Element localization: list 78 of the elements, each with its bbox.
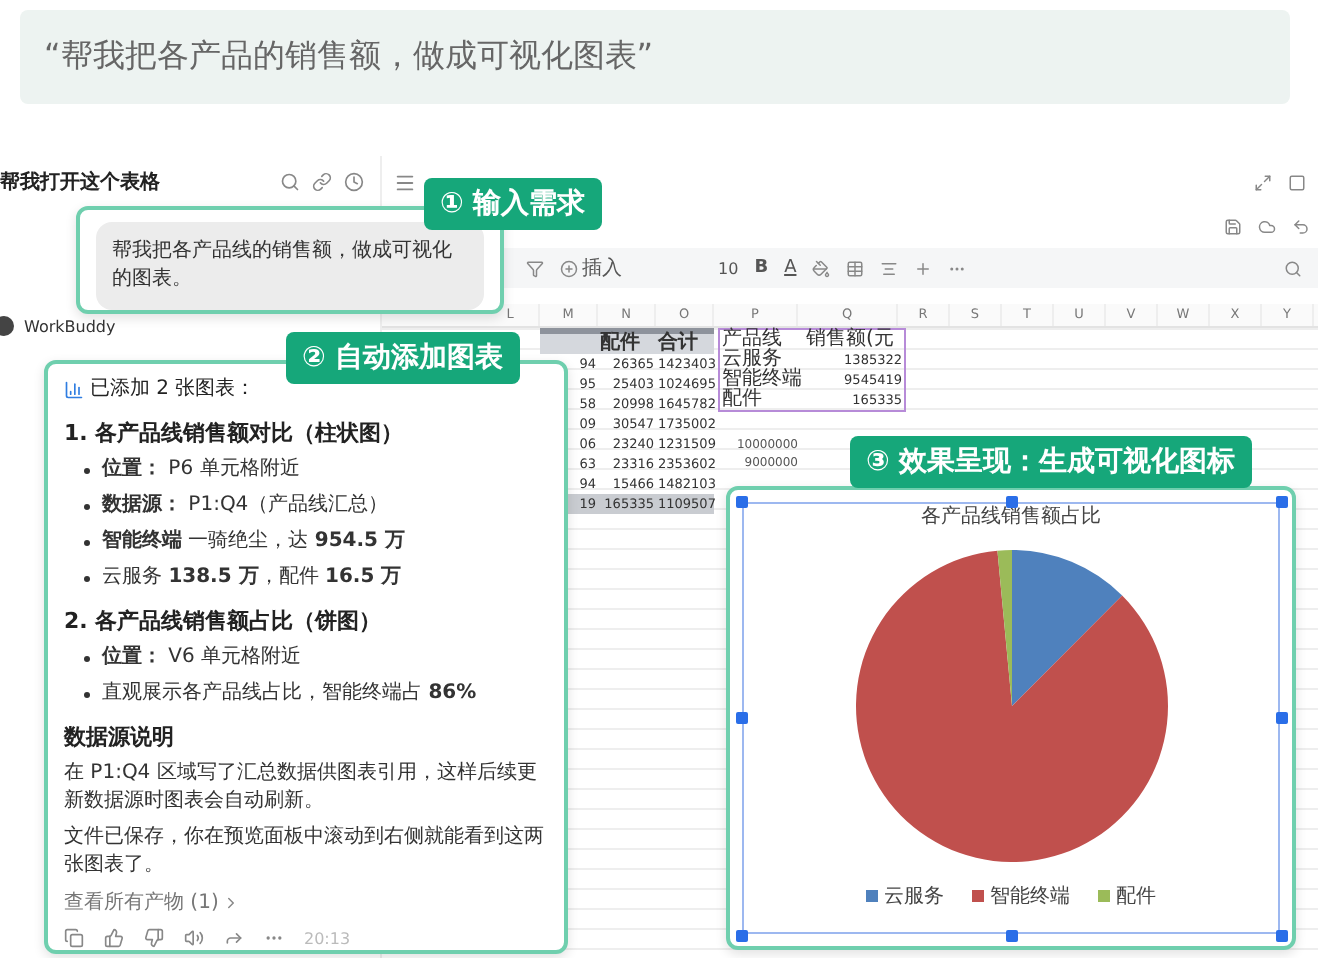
bar-chart-icon bbox=[64, 380, 84, 400]
table-cell-text: 销售额(元 bbox=[804, 330, 896, 350]
plus-icon[interactable] bbox=[914, 259, 933, 277]
chart-card[interactable]: 各产品线销售额占比 云服务 智能终端 配件 bbox=[726, 486, 1296, 950]
assistant-name: WorkBuddy bbox=[24, 317, 116, 335]
thumbs-up-icon[interactable] bbox=[104, 928, 124, 948]
resize-handle[interactable] bbox=[1005, 496, 1018, 508]
prompt-quote: “帮我把各产品的销售额，做成可视化图表” bbox=[44, 36, 654, 78]
assistant-avatar bbox=[0, 316, 14, 336]
chart-heading: 2. 各产品线销售额占比（饼图） bbox=[64, 608, 384, 636]
fill-color-icon[interactable] bbox=[812, 259, 831, 277]
bullet-text: 直观展示各产品线占比，智能终端占 86% bbox=[102, 680, 477, 708]
search-icon[interactable] bbox=[280, 172, 300, 192]
font-size-select[interactable]: 10 bbox=[718, 259, 739, 277]
save-icon[interactable] bbox=[1224, 217, 1242, 235]
reply-paragraph: 文件已保存，你在预览面板中滚动到右侧就能看到这两张图表了。 bbox=[64, 824, 546, 880]
legend-label: 智能终端 bbox=[990, 883, 1070, 910]
menu-icon[interactable] bbox=[394, 171, 416, 193]
thumbs-down-icon[interactable] bbox=[144, 928, 164, 948]
user-message: 帮我把各产品线的销售额，做成可视化的图表。 bbox=[96, 222, 484, 310]
resize-handle[interactable] bbox=[1005, 929, 1018, 942]
align-icon[interactable] bbox=[880, 259, 899, 277]
table-header-cell: 配件 bbox=[598, 334, 656, 354]
plus-circle-icon bbox=[560, 259, 578, 277]
legend-swatch bbox=[866, 890, 878, 902]
bullet-text: 数据源： P1:Q4（产品线汇总） bbox=[102, 492, 389, 520]
legend-swatch bbox=[1098, 890, 1110, 902]
artifacts-link[interactable]: 查看所有产物 (1) bbox=[64, 888, 548, 916]
resize-handle[interactable] bbox=[736, 496, 748, 508]
resize-handle[interactable] bbox=[1275, 712, 1288, 725]
expand-icon[interactable] bbox=[1254, 173, 1272, 191]
chart-heading: 1. 各产品线销售额对比（柱状图） bbox=[64, 420, 406, 448]
undo-icon[interactable] bbox=[1292, 217, 1310, 235]
legend-label: 配件 bbox=[1116, 884, 1156, 910]
table-cell: 智能终端 bbox=[720, 370, 804, 390]
filter-icon[interactable] bbox=[526, 259, 544, 277]
bullet-icon bbox=[84, 575, 90, 581]
bullet-icon bbox=[84, 539, 90, 545]
table-cell-text: 配件 bbox=[720, 390, 764, 410]
reply-paragraph: 在 P1:Q4 区域写了汇总数据供图表引用，这样后续更新数据源时图表会自动刷新。 bbox=[64, 760, 539, 816]
search-icon[interactable] bbox=[1284, 259, 1302, 277]
speaker-icon[interactable] bbox=[184, 928, 204, 948]
window-icon[interactable] bbox=[1288, 173, 1306, 191]
bullet-text: 位置： V6 单元格附近 bbox=[102, 644, 302, 672]
bullet-icon bbox=[84, 655, 90, 661]
resize-handle[interactable] bbox=[736, 929, 748, 942]
bold-button[interactable]: B bbox=[754, 258, 769, 278]
step-callout: ② 自动添加图表 bbox=[286, 332, 520, 384]
section-heading: 数据源说明 bbox=[64, 724, 176, 752]
legend-swatch bbox=[972, 890, 984, 902]
bullet-text: 位置： P6 单元格附近 bbox=[102, 456, 300, 484]
step-callout: ③ 效果呈现：生成可视化图标 bbox=[850, 436, 1252, 488]
font-color-button[interactable]: A bbox=[784, 258, 797, 278]
chat-title: 帮我打开这个表格 bbox=[0, 168, 162, 196]
borders-icon[interactable] bbox=[846, 259, 865, 277]
bullet-text: 云服务 138.5 万，配件 16.5 万 bbox=[102, 564, 402, 592]
chart-title: 各产品线销售额占比 bbox=[921, 503, 1101, 530]
legend-label: 云服务 bbox=[884, 884, 944, 910]
insert-button[interactable]: 插入 bbox=[560, 254, 622, 282]
bullet-icon bbox=[84, 691, 90, 697]
message-time: 20:13 bbox=[304, 929, 351, 947]
bullet-icon bbox=[84, 503, 90, 509]
bullet-text: 智能终端 一骑绝尘，达 954.5 万 bbox=[102, 528, 405, 556]
table-cell-text: 产品线 bbox=[720, 330, 784, 350]
clock-icon[interactable] bbox=[344, 172, 364, 192]
resize-handle[interactable] bbox=[736, 712, 748, 725]
bullet-icon bbox=[84, 467, 90, 473]
table-header-cell: 合计 bbox=[656, 334, 714, 354]
cloud-icon[interactable] bbox=[1258, 217, 1276, 235]
table-cell-text: 云服务 bbox=[720, 350, 782, 370]
resize-handle[interactable] bbox=[1275, 496, 1288, 508]
step-callout: ① 输入需求 bbox=[424, 178, 602, 230]
copy-icon[interactable] bbox=[64, 928, 84, 948]
link-icon[interactable] bbox=[312, 172, 332, 192]
resize-handle[interactable] bbox=[1275, 929, 1288, 942]
table-header-cell bbox=[540, 334, 598, 354]
reply-intro: 已添加 2 张图表： bbox=[90, 376, 256, 404]
share-icon[interactable] bbox=[224, 928, 244, 948]
